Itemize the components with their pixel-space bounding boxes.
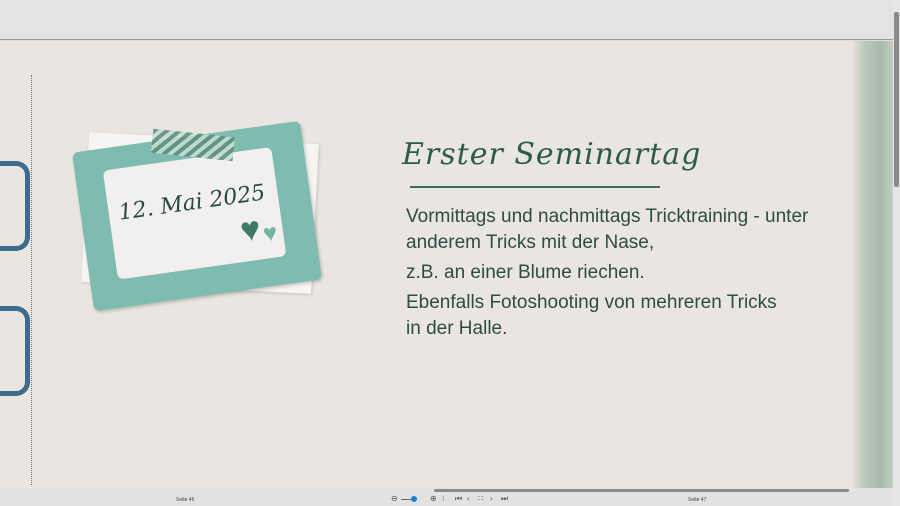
scroll-thumb[interactable]	[894, 12, 899, 187]
body-paragraph: z.B. an einer Blume riechen.	[406, 262, 645, 283]
slide-canvas: 12. Mai 2025 ♥ ♥ Erster Seminartag Vormi…	[0, 41, 893, 488]
previous-page-icon[interactable]: ‹	[467, 494, 470, 503]
horizontal-scrollbar[interactable]	[434, 489, 849, 492]
zoom-slider-knob[interactable]	[411, 496, 417, 502]
heart-icon: ♥	[261, 219, 280, 248]
slide-title: Erster Seminartag	[402, 137, 702, 172]
right-page-label: Seite 47	[688, 497, 707, 503]
body-paragraph: Ebenfalls Fotoshooting von mehreren Tric…	[406, 292, 777, 339]
last-page-icon[interactable]: ⏭	[501, 494, 508, 504]
zoom-out-icon[interactable]: ⊖	[391, 494, 398, 503]
fit-icon[interactable]: ⁝	[442, 494, 445, 503]
left-page-label: Seite 46	[176, 497, 195, 503]
body-paragraph: Vormittags und nachmittags Tricktraining…	[406, 206, 809, 253]
film-strip-decoration	[0, 306, 30, 396]
grid-view-icon[interactable]: ∷	[478, 494, 483, 503]
first-page-icon[interactable]: ⏮	[455, 494, 462, 504]
next-page-icon[interactable]: ›	[490, 494, 493, 503]
vertical-scrollbar[interactable]	[893, 0, 900, 506]
heart-icon: ♥	[237, 209, 264, 250]
top-toolbar	[0, 0, 900, 40]
slide-body: Vormittags und nachmittags Tricktraining…	[406, 204, 826, 346]
title-underline	[410, 186, 660, 188]
film-strip-decoration	[0, 161, 30, 251]
status-bar: Seite 46 ⊖ ⊕ ⁝ ⏮ ‹ ∷ › ⏭ Seite 47	[0, 488, 893, 506]
card-inner: 12. Mai 2025 ♥ ♥	[102, 147, 287, 280]
page-divider	[31, 75, 32, 485]
decorative-wash	[851, 41, 893, 488]
zoom-in-icon[interactable]: ⊕	[430, 494, 437, 503]
